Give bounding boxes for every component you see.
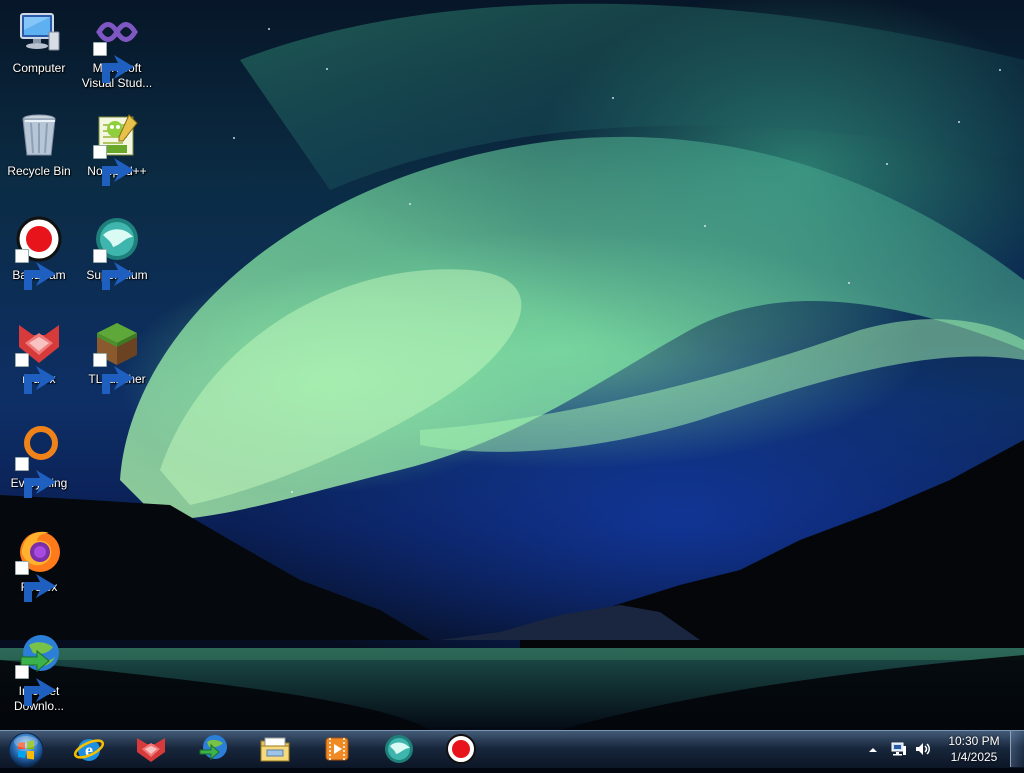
everything-icon xyxy=(15,423,63,498)
clock-time: 10:30 PM xyxy=(948,734,1000,748)
volume-icon xyxy=(916,743,930,755)
visual-studio-icon xyxy=(93,8,141,83)
shortcut-arrow-icon xyxy=(93,145,134,186)
network-icon xyxy=(891,742,906,756)
desktop-icon-notepad-plus-plus[interactable]: Notepad++ xyxy=(79,111,155,186)
taskbar-item-bandicam[interactable] xyxy=(435,732,487,766)
clock-date: 1/4/2025 xyxy=(950,750,998,764)
taskbar-item-windows-explorer[interactable] xyxy=(249,732,301,766)
desktop-icon-supermium[interactable]: Supermium xyxy=(79,215,155,290)
shortcut-arrow-icon xyxy=(15,561,56,602)
media-player-icon xyxy=(325,737,349,761)
windows-start-orb-icon xyxy=(8,732,44,768)
show-hidden-icons-button[interactable] xyxy=(867,743,879,755)
network-tray-button[interactable] xyxy=(890,740,908,758)
supermium-icon xyxy=(93,215,141,290)
desktop-icon-visual-studio[interactable]: Microsoft Visual Stud... xyxy=(79,8,155,91)
shortcut-arrow-icon xyxy=(15,353,56,394)
desktop-icon-everything[interactable]: Everything xyxy=(1,423,77,498)
recycle-bin-icon xyxy=(15,111,63,159)
desktop-icon-firefox[interactable]: Firefox xyxy=(1,527,77,602)
shortcut-arrow-icon xyxy=(15,249,56,290)
taskbar-clock[interactable]: 10:30 PM 1/4/2025 xyxy=(938,733,1010,765)
taskbar-item-r3dfox[interactable] xyxy=(125,732,177,766)
firefox-icon xyxy=(15,527,63,602)
supermium-icon xyxy=(385,735,413,763)
notepad-plus-plus-icon xyxy=(93,111,141,186)
shortcut-arrow-icon xyxy=(93,249,134,290)
shortcut-arrow-icon xyxy=(15,457,56,498)
desktop-icon-label: Recycle Bin xyxy=(7,164,71,178)
taskbar-item-media-player[interactable] xyxy=(311,732,363,766)
desktop-icon-tlauncher[interactable]: TLauncher xyxy=(79,319,155,394)
folder-icon xyxy=(260,737,290,762)
computer-icon xyxy=(15,8,63,56)
shortcut-arrow-icon xyxy=(15,665,56,706)
show-desktop-button[interactable] xyxy=(1010,731,1024,767)
r3dfox-icon xyxy=(15,319,63,394)
desktop-icon-bandicam[interactable]: Bandicam xyxy=(1,215,77,290)
shortcut-arrow-icon xyxy=(93,42,134,83)
desktop-icon-internet-download-manager[interactable]: Internet Downlo... xyxy=(1,631,77,714)
tlauncher-icon xyxy=(93,319,141,394)
taskbar-item-supermium[interactable] xyxy=(373,732,425,766)
r3dfox-icon xyxy=(137,738,165,762)
bandicam-icon xyxy=(15,215,63,290)
taskbar-item-internet-explorer[interactable]: e xyxy=(63,732,115,766)
desktop-icon-label: Computer xyxy=(12,61,66,75)
desktop-icon-r3dfox[interactable]: r3dfox xyxy=(1,319,77,394)
internet-download-manager-icon xyxy=(199,735,227,761)
desktop-icon-recycle-bin[interactable]: Recycle Bin xyxy=(1,111,77,179)
internet-explorer-icon: e xyxy=(73,739,105,761)
shortcut-arrow-icon xyxy=(93,353,134,394)
bandicam-icon xyxy=(446,734,476,764)
desktop-icon-computer[interactable]: Computer xyxy=(1,8,77,76)
taskbar-item-internet-download-manager[interactable] xyxy=(187,732,239,766)
show-hidden-icons-arrow-icon xyxy=(869,748,877,752)
start-button[interactable] xyxy=(7,732,45,768)
internet-download-manager-icon xyxy=(15,631,63,706)
volume-tray-button[interactable] xyxy=(914,740,932,758)
